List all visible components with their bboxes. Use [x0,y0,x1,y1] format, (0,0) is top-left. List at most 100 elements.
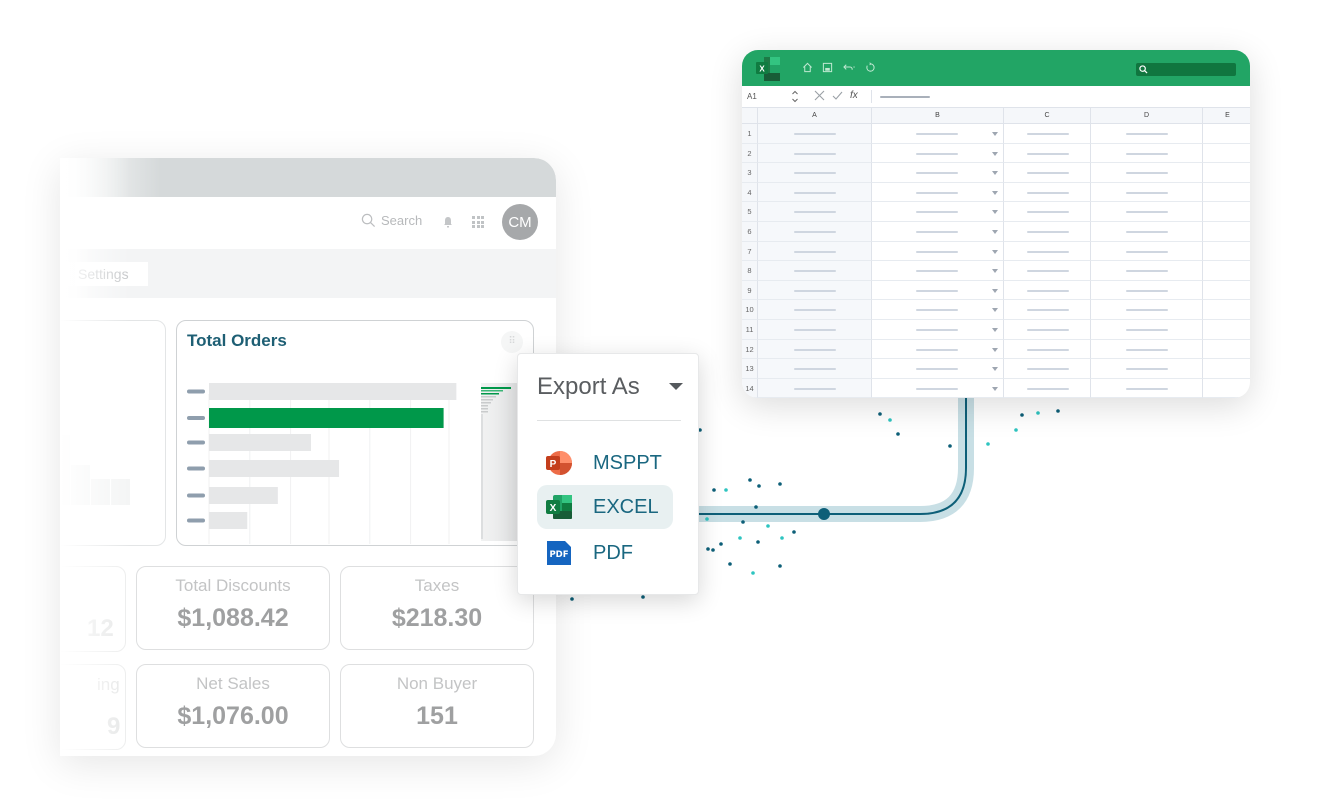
cell[interactable] [1004,300,1091,320]
dropdown-arrow-icon[interactable] [992,230,998,234]
cell[interactable] [1203,183,1250,203]
dropdown-arrow-icon[interactable] [992,328,998,332]
caret-down-icon[interactable] [669,383,683,390]
row-header[interactable]: 2 [742,143,758,164]
cell[interactable] [1004,359,1091,379]
cell[interactable] [1004,261,1091,281]
row-header[interactable]: 13 [742,359,758,379]
row-header[interactable]: 9 [742,280,758,301]
cell[interactable] [872,378,1004,398]
dropdown-arrow-icon[interactable] [992,190,998,195]
cell[interactable] [1004,163,1091,183]
dropdown-arrow-icon[interactable] [992,347,998,352]
cell[interactable] [1091,261,1203,281]
cell[interactable] [872,300,1004,320]
cell[interactable] [758,261,872,281]
search-box[interactable]: Search [361,213,422,228]
cell[interactable] [1091,182,1203,203]
dropdown-arrow-icon[interactable] [992,288,998,293]
cell[interactable] [1004,222,1091,242]
dropdown-arrow-icon[interactable] [992,367,998,372]
formula-input[interactable] [880,96,930,98]
avatar[interactable]: CM [502,204,538,240]
dropdown-arrow-icon[interactable] [992,308,998,313]
cell[interactable] [758,241,872,262]
row-header[interactable]: 8 [742,261,758,281]
column-header[interactable]: B [872,108,1004,124]
cell[interactable] [872,241,1004,262]
row-header[interactable]: 7 [742,241,758,262]
cell[interactable] [1091,300,1203,320]
cell[interactable] [758,280,872,301]
select-all-corner[interactable] [742,108,758,124]
cell[interactable] [1004,182,1091,203]
cell[interactable] [872,320,1004,340]
cell[interactable] [1203,242,1250,262]
cancel-icon[interactable] [814,90,825,101]
bar[interactable] [209,434,311,451]
column-header[interactable]: A [758,108,872,124]
bar[interactable] [209,460,340,477]
export-menu-title[interactable]: Export As [537,373,640,401]
cell[interactable] [1203,281,1250,301]
cell[interactable] [872,202,1004,222]
home-icon[interactable] [802,62,813,73]
cell[interactable] [1091,339,1203,360]
column-header[interactable]: C [1004,108,1091,124]
bell-icon[interactable] [443,216,453,228]
cell[interactable] [1203,320,1250,340]
name-box[interactable]: A1 [747,92,757,101]
bar[interactable] [209,512,248,529]
cell[interactable] [1091,378,1203,398]
cell[interactable] [872,182,1004,203]
row-header[interactable]: 14 [742,378,758,398]
cell[interactable] [1091,163,1203,183]
cell[interactable] [758,300,872,320]
bar[interactable] [209,383,457,400]
cell[interactable] [1004,339,1091,360]
cell[interactable] [1004,143,1091,164]
row-header[interactable]: 12 [742,339,758,360]
row-header[interactable]: 6 [742,222,758,242]
cell[interactable] [872,124,1004,144]
dropdown-arrow-icon[interactable] [992,386,998,391]
function-icon[interactable]: fx [850,90,858,101]
cell[interactable] [1203,163,1250,183]
cell[interactable] [1091,222,1203,242]
cell[interactable] [1203,222,1250,242]
cell[interactable] [758,339,872,360]
cell[interactable] [1004,378,1091,398]
cell[interactable] [872,261,1004,281]
cell[interactable] [872,143,1004,164]
export-option-excel[interactable]: X EXCEL [537,485,673,529]
dropdown-arrow-icon[interactable] [992,210,998,215]
cell[interactable] [1091,359,1203,379]
cell[interactable] [1091,124,1203,144]
cell[interactable] [758,163,872,183]
refresh-icon[interactable] [865,62,876,73]
cell[interactable] [1004,202,1091,222]
dropdown-arrow-icon[interactable] [992,132,998,136]
row-header[interactable]: 3 [742,163,758,183]
column-header[interactable]: E [1203,108,1250,124]
cell[interactable] [1004,320,1091,340]
cell[interactable] [872,339,1004,360]
save-icon[interactable] [822,62,833,73]
cell[interactable] [1203,124,1250,144]
row-header[interactable]: 11 [742,320,758,340]
cell[interactable] [758,320,872,340]
row-header[interactable]: 1 [742,124,758,144]
cell[interactable] [758,378,872,398]
cell[interactable] [1203,359,1250,379]
cell[interactable] [1004,280,1091,301]
cell[interactable] [1091,241,1203,262]
dropdown-arrow-icon[interactable] [992,269,998,274]
cell[interactable] [1091,143,1203,164]
cell[interactable] [758,359,872,379]
cell[interactable] [1203,379,1250,398]
row-header[interactable]: 5 [742,202,758,222]
ribbon-search[interactable] [1136,63,1236,76]
cell[interactable] [872,359,1004,379]
cell[interactable] [758,222,872,242]
bar[interactable] [209,408,444,428]
